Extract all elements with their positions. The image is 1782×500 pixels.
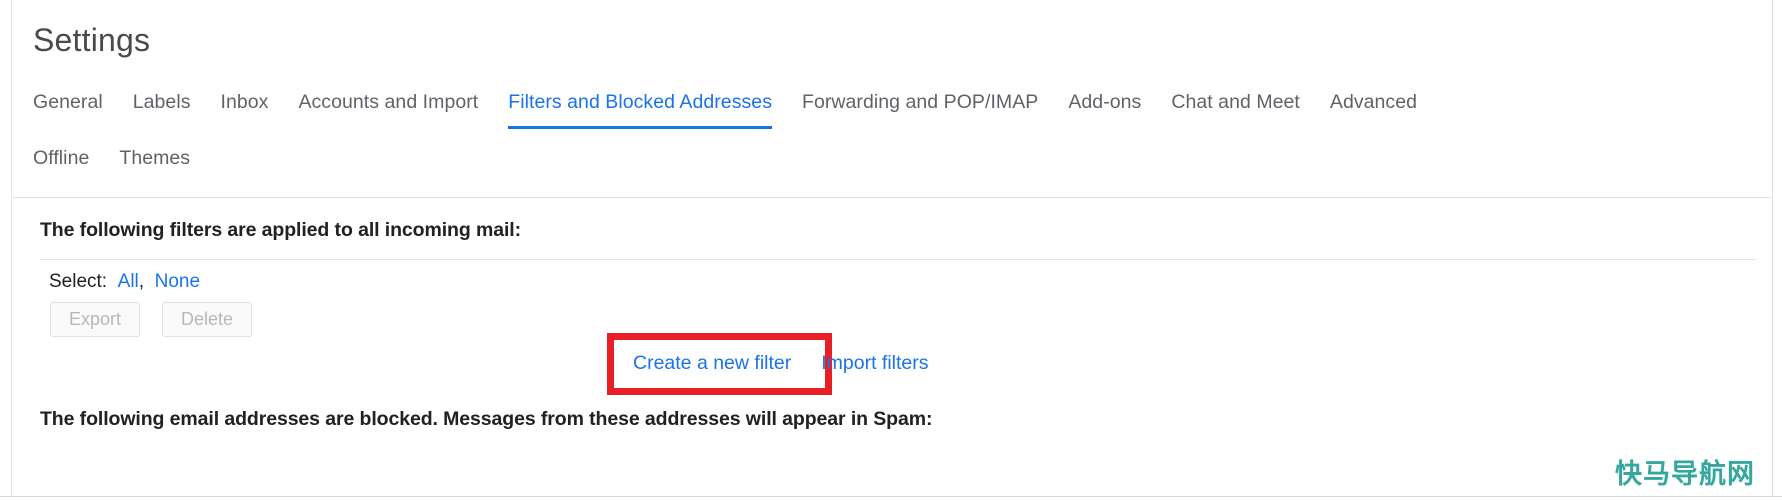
settings-content: Settings General Labels Inbox Accounts a… xyxy=(13,4,1771,496)
tab-advanced[interactable]: Advanced xyxy=(1330,89,1417,129)
create-a-new-filter-link[interactable]: Create a new filter xyxy=(633,350,791,376)
tab-accounts-and-import[interactable]: Accounts and Import xyxy=(298,89,478,129)
window-frame-right xyxy=(1772,0,1782,500)
import-filters-link[interactable]: Import filters xyxy=(821,350,928,376)
filters-section-heading: The following filters are applied to all… xyxy=(40,219,521,241)
select-separator: , xyxy=(138,271,145,292)
filters-section-divider xyxy=(40,259,1757,260)
export-button[interactable]: Export xyxy=(50,302,141,337)
select-label: Select: xyxy=(49,271,108,292)
settings-tabs: General Labels Inbox Accounts and Import… xyxy=(13,89,1771,180)
blocked-addresses-section-heading: The following email addresses are blocke… xyxy=(40,408,933,430)
delete-button[interactable]: Delete xyxy=(162,302,253,337)
tab-offline[interactable]: Offline xyxy=(33,145,89,180)
filter-actions-toolbar: Export Delete xyxy=(50,302,253,337)
tab-chat-and-meet[interactable]: Chat and Meet xyxy=(1171,89,1300,129)
tab-labels[interactable]: Labels xyxy=(133,89,191,129)
settings-page: Settings General Labels Inbox Accounts a… xyxy=(0,0,1782,500)
tab-forwarding-and-pop-imap[interactable]: Forwarding and POP/IMAP xyxy=(802,89,1038,129)
select-row: Select: All, None xyxy=(49,269,200,295)
settings-tabs-row-secondary: Offline Themes xyxy=(13,145,1771,180)
tab-add-ons[interactable]: Add-ons xyxy=(1068,89,1141,129)
select-none-link[interactable]: None xyxy=(155,271,200,292)
page-title: Settings xyxy=(33,22,151,58)
filter-links-row: Create a new filter Import filters xyxy=(633,350,929,376)
window-frame-left xyxy=(0,0,12,500)
site-watermark: 快马导航网 xyxy=(1615,459,1755,490)
tab-general[interactable]: General xyxy=(33,89,103,129)
tab-inbox[interactable]: Inbox xyxy=(221,89,269,129)
tabs-divider xyxy=(13,197,1771,198)
select-all-link[interactable]: All xyxy=(118,271,139,292)
tab-filters-and-blocked-addresses[interactable]: Filters and Blocked Addresses xyxy=(508,89,772,129)
settings-tabs-row-primary: General Labels Inbox Accounts and Import… xyxy=(13,89,1771,129)
window-frame-bottom xyxy=(0,496,1782,500)
tab-themes[interactable]: Themes xyxy=(119,145,190,180)
